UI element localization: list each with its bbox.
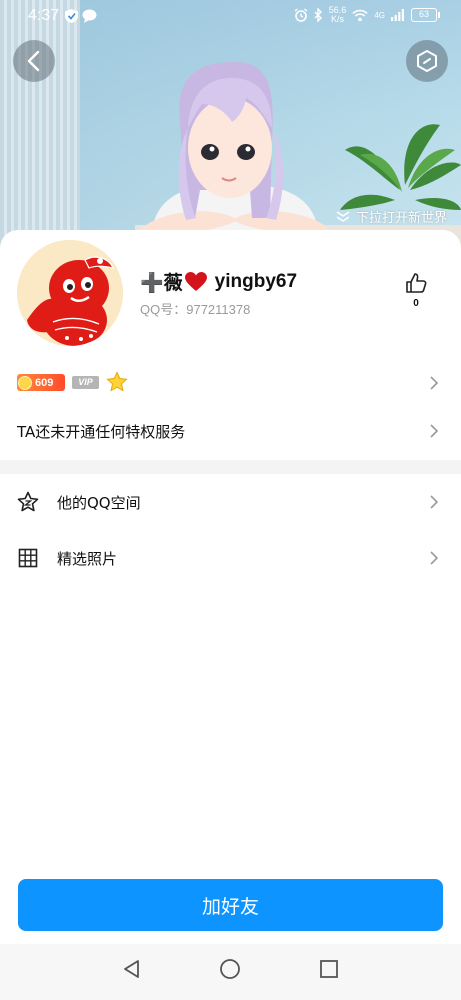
menu-item-qzone[interactable]: 他的QQ空间 (0, 474, 461, 530)
chevron-right-icon (430, 376, 439, 390)
qq-number-label: QQ号： (140, 302, 187, 317)
network-speed: 56.6 K/s (328, 5, 347, 24)
avatar-image (17, 240, 123, 346)
nav-back-triangle-icon[interactable] (121, 958, 143, 980)
profile-cover[interactable]: 4:37 56.6 K/s 4G 63 下拉打开新世界 (0, 0, 461, 250)
sun-level-icon (18, 375, 32, 390)
settings-button[interactable] (406, 40, 448, 82)
red-heart-icon (184, 271, 207, 291)
menu-item-label: 他的QQ空间 (57, 493, 141, 512)
nav-home-circle-icon[interactable] (219, 958, 241, 980)
network-type: 4G (374, 10, 385, 20)
battery-indicator: 63 (411, 8, 440, 22)
privilege-text: TA还未开通任何特权服务 (17, 422, 186, 441)
chevron-right-icon (430, 551, 439, 565)
pull-hint-text: 下拉打开新世界 (355, 211, 447, 226)
chevron-left-icon (27, 50, 40, 72)
add-friend-button[interactable]: 加好友 (18, 879, 443, 931)
privilege-row[interactable]: TA还未开通任何特权服务 (0, 416, 461, 446)
menu-item-photos[interactable]: 精选照片 (0, 530, 461, 586)
qq-number: QQ号：977211378 (140, 299, 250, 318)
like-button[interactable]: 0 (402, 272, 430, 309)
cellular-signal-icon (391, 9, 404, 21)
alarm-icon (294, 8, 308, 22)
status-time: 4:37 (28, 7, 60, 24)
security-shield-icon (65, 9, 78, 23)
like-count: 0 (413, 298, 419, 309)
menu-item-label: 精选照片 (57, 549, 118, 568)
nickname: ➕薇 yingby67 (140, 268, 297, 295)
bluetooth-icon (314, 8, 322, 22)
qq-number-value: 977211378 (186, 302, 251, 317)
grid-icon (18, 548, 38, 568)
status-bar: 4:37 56.6 K/s 4G 63 (0, 0, 461, 34)
nickname-suffix: yingby67 (214, 270, 298, 292)
nickname-prefix: ➕薇 (140, 272, 183, 294)
level-value: 609 (35, 376, 54, 389)
vip-badge: VIP (72, 376, 99, 389)
chevron-right-icon (430, 495, 439, 509)
thumbs-up-icon (406, 273, 427, 293)
star-badge-icon (106, 371, 128, 392)
wifi-icon (352, 9, 368, 21)
pull-down-hint[interactable]: 下拉打开新世界 (336, 207, 447, 226)
level-badge: 609 (17, 374, 65, 391)
double-chevron-down-icon (336, 210, 350, 222)
back-button[interactable] (13, 40, 55, 82)
section-divider (0, 460, 461, 474)
system-nav-bar (0, 944, 461, 1000)
chevron-right-icon (430, 424, 439, 438)
avatar[interactable] (17, 240, 123, 346)
star-icon (17, 491, 39, 512)
nav-recents-square-icon[interactable] (318, 958, 340, 980)
badges-row[interactable]: 609 VIP (0, 368, 461, 398)
message-bubble-icon (82, 9, 97, 23)
hexagon-settings-icon (417, 50, 437, 72)
profile-card: ➕薇 yingby67 QQ号：977211378 0 609 VIP TA还未… (0, 230, 461, 1000)
